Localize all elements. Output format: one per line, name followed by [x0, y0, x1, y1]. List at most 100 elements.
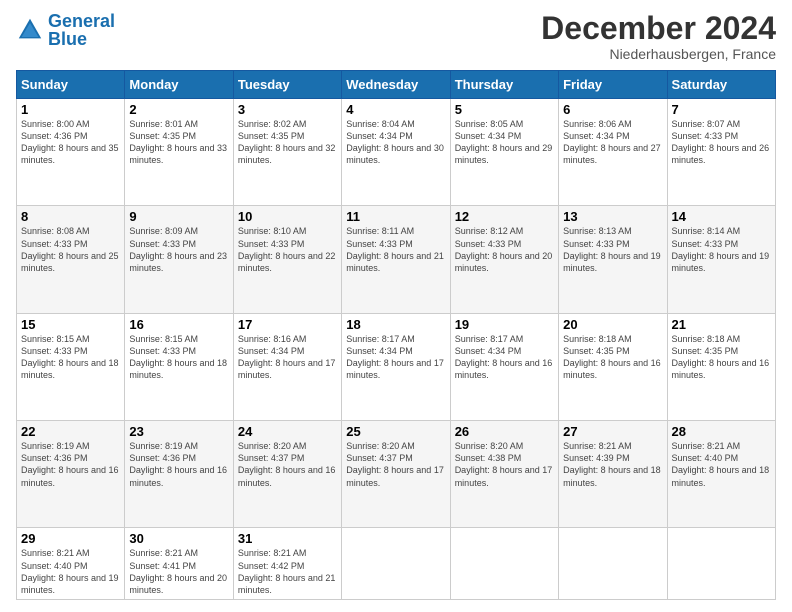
day-number: 26: [455, 424, 554, 439]
day-number: 11: [346, 209, 445, 224]
calendar-day-cell: 9 Sunrise: 8:09 AM Sunset: 4:33 PM Dayli…: [125, 206, 233, 313]
calendar-week-row: 29 Sunrise: 8:21 AM Sunset: 4:40 PM Dayl…: [17, 528, 776, 600]
calendar-day-header: Tuesday: [233, 71, 341, 99]
calendar-day-cell: 5 Sunrise: 8:05 AM Sunset: 4:34 PM Dayli…: [450, 99, 558, 206]
day-number: 13: [563, 209, 662, 224]
day-info: Sunrise: 8:21 AM Sunset: 4:40 PM Dayligh…: [672, 440, 771, 489]
calendar-day-cell: 4 Sunrise: 8:04 AM Sunset: 4:34 PM Dayli…: [342, 99, 450, 206]
day-number: 7: [672, 102, 771, 117]
calendar-day-cell: 1 Sunrise: 8:00 AM Sunset: 4:36 PM Dayli…: [17, 99, 125, 206]
day-number: 19: [455, 317, 554, 332]
calendar-day-header: Friday: [559, 71, 667, 99]
day-info: Sunrise: 8:20 AM Sunset: 4:37 PM Dayligh…: [238, 440, 337, 489]
day-info: Sunrise: 8:16 AM Sunset: 4:34 PM Dayligh…: [238, 333, 337, 382]
calendar-day-header: Thursday: [450, 71, 558, 99]
calendar-day-cell: 17 Sunrise: 8:16 AM Sunset: 4:34 PM Dayl…: [233, 313, 341, 420]
calendar-day-cell: 29 Sunrise: 8:21 AM Sunset: 4:40 PM Dayl…: [17, 528, 125, 600]
day-number: 23: [129, 424, 228, 439]
day-number: 6: [563, 102, 662, 117]
day-info: Sunrise: 8:12 AM Sunset: 4:33 PM Dayligh…: [455, 225, 554, 274]
day-number: 1: [21, 102, 120, 117]
day-number: 28: [672, 424, 771, 439]
calendar-day-cell: [450, 528, 558, 600]
calendar-day-cell: 11 Sunrise: 8:11 AM Sunset: 4:33 PM Dayl…: [342, 206, 450, 313]
calendar-day-cell: 31 Sunrise: 8:21 AM Sunset: 4:42 PM Dayl…: [233, 528, 341, 600]
day-number: 16: [129, 317, 228, 332]
day-info: Sunrise: 8:09 AM Sunset: 4:33 PM Dayligh…: [129, 225, 228, 274]
calendar-day-cell: 23 Sunrise: 8:19 AM Sunset: 4:36 PM Dayl…: [125, 421, 233, 528]
day-number: 20: [563, 317, 662, 332]
calendar-week-row: 15 Sunrise: 8:15 AM Sunset: 4:33 PM Dayl…: [17, 313, 776, 420]
header: General Blue December 2024 Niederhausber…: [16, 12, 776, 62]
day-number: 15: [21, 317, 120, 332]
calendar-day-cell: 6 Sunrise: 8:06 AM Sunset: 4:34 PM Dayli…: [559, 99, 667, 206]
calendar-header-row: SundayMondayTuesdayWednesdayThursdayFrid…: [17, 71, 776, 99]
day-info: Sunrise: 8:19 AM Sunset: 4:36 PM Dayligh…: [21, 440, 120, 489]
calendar-day-cell: 25 Sunrise: 8:20 AM Sunset: 4:37 PM Dayl…: [342, 421, 450, 528]
calendar-day-cell: 19 Sunrise: 8:17 AM Sunset: 4:34 PM Dayl…: [450, 313, 558, 420]
day-info: Sunrise: 8:21 AM Sunset: 4:40 PM Dayligh…: [21, 547, 120, 596]
calendar-day-cell: 8 Sunrise: 8:08 AM Sunset: 4:33 PM Dayli…: [17, 206, 125, 313]
calendar-day-cell: 16 Sunrise: 8:15 AM Sunset: 4:33 PM Dayl…: [125, 313, 233, 420]
day-info: Sunrise: 8:11 AM Sunset: 4:33 PM Dayligh…: [346, 225, 445, 274]
day-info: Sunrise: 8:15 AM Sunset: 4:33 PM Dayligh…: [129, 333, 228, 382]
calendar-day-cell: 10 Sunrise: 8:10 AM Sunset: 4:33 PM Dayl…: [233, 206, 341, 313]
day-number: 30: [129, 531, 228, 546]
page: General Blue December 2024 Niederhausber…: [0, 0, 792, 612]
calendar-day-cell: [559, 528, 667, 600]
calendar-day-header: Wednesday: [342, 71, 450, 99]
day-number: 27: [563, 424, 662, 439]
day-info: Sunrise: 8:18 AM Sunset: 4:35 PM Dayligh…: [672, 333, 771, 382]
day-number: 5: [455, 102, 554, 117]
day-number: 24: [238, 424, 337, 439]
day-number: 12: [455, 209, 554, 224]
calendar-day-cell: 22 Sunrise: 8:19 AM Sunset: 4:36 PM Dayl…: [17, 421, 125, 528]
calendar-day-cell: 21 Sunrise: 8:18 AM Sunset: 4:35 PM Dayl…: [667, 313, 775, 420]
day-info: Sunrise: 8:20 AM Sunset: 4:37 PM Dayligh…: [346, 440, 445, 489]
day-info: Sunrise: 8:02 AM Sunset: 4:35 PM Dayligh…: [238, 118, 337, 167]
day-number: 9: [129, 209, 228, 224]
day-number: 31: [238, 531, 337, 546]
day-info: Sunrise: 8:10 AM Sunset: 4:33 PM Dayligh…: [238, 225, 337, 274]
calendar-day-cell: 7 Sunrise: 8:07 AM Sunset: 4:33 PM Dayli…: [667, 99, 775, 206]
calendar-day-cell: 15 Sunrise: 8:15 AM Sunset: 4:33 PM Dayl…: [17, 313, 125, 420]
day-number: 2: [129, 102, 228, 117]
calendar-day-cell: 24 Sunrise: 8:20 AM Sunset: 4:37 PM Dayl…: [233, 421, 341, 528]
calendar-day-cell: 3 Sunrise: 8:02 AM Sunset: 4:35 PM Dayli…: [233, 99, 341, 206]
calendar-week-row: 22 Sunrise: 8:19 AM Sunset: 4:36 PM Dayl…: [17, 421, 776, 528]
day-info: Sunrise: 8:21 AM Sunset: 4:42 PM Dayligh…: [238, 547, 337, 596]
day-number: 14: [672, 209, 771, 224]
day-number: 29: [21, 531, 120, 546]
day-number: 8: [21, 209, 120, 224]
calendar-week-row: 8 Sunrise: 8:08 AM Sunset: 4:33 PM Dayli…: [17, 206, 776, 313]
logo-icon: [16, 16, 44, 44]
day-info: Sunrise: 8:20 AM Sunset: 4:38 PM Dayligh…: [455, 440, 554, 489]
day-info: Sunrise: 8:17 AM Sunset: 4:34 PM Dayligh…: [455, 333, 554, 382]
day-info: Sunrise: 8:07 AM Sunset: 4:33 PM Dayligh…: [672, 118, 771, 167]
calendar-day-header: Sunday: [17, 71, 125, 99]
calendar-day-cell: 30 Sunrise: 8:21 AM Sunset: 4:41 PM Dayl…: [125, 528, 233, 600]
calendar-day-cell: 12 Sunrise: 8:12 AM Sunset: 4:33 PM Dayl…: [450, 206, 558, 313]
day-info: Sunrise: 8:01 AM Sunset: 4:35 PM Dayligh…: [129, 118, 228, 167]
day-info: Sunrise: 8:06 AM Sunset: 4:34 PM Dayligh…: [563, 118, 662, 167]
logo-text: General Blue: [48, 12, 115, 48]
calendar-day-cell: 26 Sunrise: 8:20 AM Sunset: 4:38 PM Dayl…: [450, 421, 558, 528]
calendar-day-cell: [667, 528, 775, 600]
day-info: Sunrise: 8:21 AM Sunset: 4:39 PM Dayligh…: [563, 440, 662, 489]
month-title: December 2024: [541, 12, 776, 44]
day-number: 10: [238, 209, 337, 224]
calendar-day-header: Monday: [125, 71, 233, 99]
calendar-day-cell: 20 Sunrise: 8:18 AM Sunset: 4:35 PM Dayl…: [559, 313, 667, 420]
day-info: Sunrise: 8:21 AM Sunset: 4:41 PM Dayligh…: [129, 547, 228, 596]
day-info: Sunrise: 8:18 AM Sunset: 4:35 PM Dayligh…: [563, 333, 662, 382]
calendar-table: SundayMondayTuesdayWednesdayThursdayFrid…: [16, 70, 776, 600]
day-info: Sunrise: 8:15 AM Sunset: 4:33 PM Dayligh…: [21, 333, 120, 382]
day-number: 4: [346, 102, 445, 117]
day-info: Sunrise: 8:05 AM Sunset: 4:34 PM Dayligh…: [455, 118, 554, 167]
day-info: Sunrise: 8:08 AM Sunset: 4:33 PM Dayligh…: [21, 225, 120, 274]
day-number: 18: [346, 317, 445, 332]
title-block: December 2024 Niederhausbergen, France: [541, 12, 776, 62]
day-number: 22: [21, 424, 120, 439]
calendar-day-header: Saturday: [667, 71, 775, 99]
calendar-day-cell: 13 Sunrise: 8:13 AM Sunset: 4:33 PM Dayl…: [559, 206, 667, 313]
